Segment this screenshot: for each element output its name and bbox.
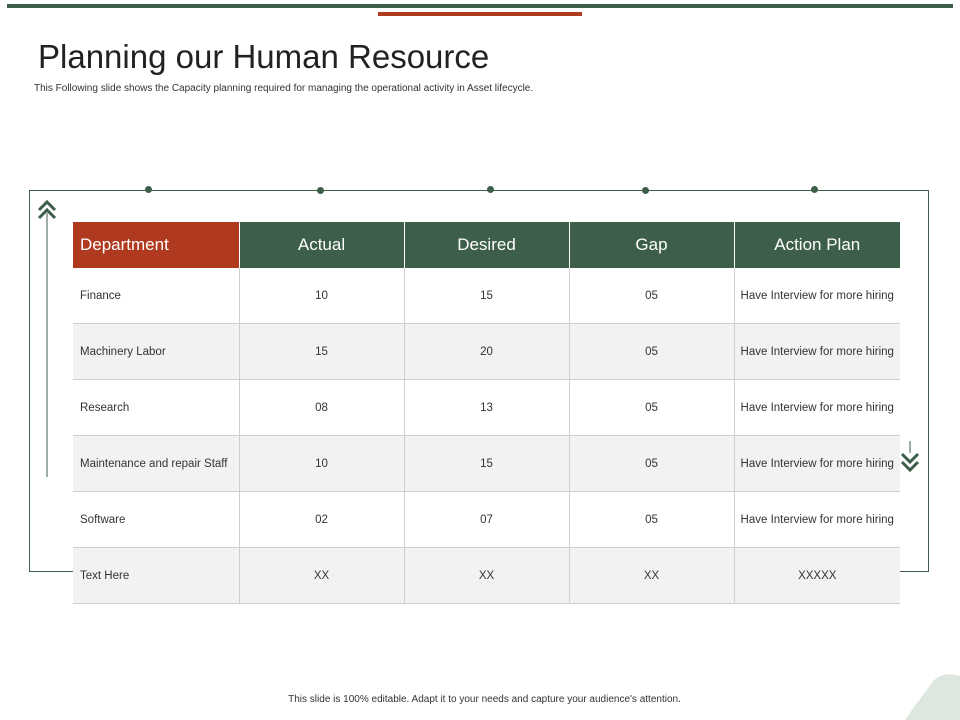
cell-desired: 07 [404,491,570,548]
cell-action-plan: Have Interview for more hiring [734,268,900,324]
frame-left-line [29,190,30,572]
column-header-department: Department [73,222,240,268]
frame-top-line [29,190,928,191]
cell-desired: XX [404,547,570,604]
cell-desired: 13 [404,379,570,436]
cell-action-plan: Have Interview for more hiring [734,379,900,436]
footer-note: This slide is 100% editable. Adapt it to… [288,694,681,705]
cell-desired: 15 [404,268,570,324]
cell-action-plan: Have Interview for more hiring [734,435,900,492]
cell-department: Text Here [73,547,240,604]
table-row: Research 08 13 05 Have Interview for mor… [73,379,900,436]
page-title: Planning our Human Resource [38,38,490,75]
column-header-gap: Gap [569,222,735,268]
cell-actual: 15 [239,323,405,380]
top-rule [7,4,953,8]
cell-desired: 15 [404,435,570,492]
frame-bottom-right-line [900,571,929,572]
cell-department: Research [73,379,240,436]
table-row: Software 02 07 05 Have Interview for mor… [73,491,900,548]
cell-department: Maintenance and repair Staff [73,435,240,492]
cell-actual: 10 [239,435,405,492]
cell-action-plan: XXXXX [734,547,900,604]
column-header-actual: Actual [239,222,405,268]
cell-actual: 10 [239,268,405,324]
cell-gap: 05 [569,323,735,380]
page-subtitle: This Following slide shows the Capacity … [34,83,534,94]
frame-dot [811,186,818,193]
double-chevron-up-icon [37,199,57,477]
column-header-desired: Desired [404,222,570,268]
cell-gap: 05 [569,379,735,436]
cell-actual: 08 [239,379,405,436]
double-chevron-down-icon [900,441,920,473]
cell-gap: 05 [569,491,735,548]
frame-dot [317,187,324,194]
cell-department: Software [73,491,240,548]
cell-actual: 02 [239,491,405,548]
top-accent-bar [378,12,582,16]
cell-gap: XX [569,547,735,604]
cell-action-plan: Have Interview for more hiring [734,491,900,548]
cell-department: Machinery Labor [73,323,240,380]
cell-gap: 05 [569,268,735,324]
cell-desired: 20 [404,323,570,380]
table-header-row: Department Actual Desired Gap Action Pla… [73,222,900,268]
cell-department: Finance [73,268,240,324]
table-row: Text Here XX XX XX XXXXX [73,547,900,604]
frame-right-line [928,190,929,572]
cell-action-plan: Have Interview for more hiring [734,323,900,380]
cell-actual: XX [239,547,405,604]
capacity-table: Department Actual Desired Gap Action Pla… [73,222,900,604]
column-header-action-plan: Action Plan [734,222,900,268]
decorative-leaf-shape [905,674,960,720]
frame-dot [487,186,494,193]
frame-dot [642,187,649,194]
frame-dot [145,186,152,193]
table-row: Maintenance and repair Staff 10 15 05 Ha… [73,435,900,492]
table-row: Machinery Labor 15 20 05 Have Interview … [73,323,900,380]
table-row: Finance 10 15 05 Have Interview for more… [73,268,900,324]
frame-bottom-left-line [29,571,73,572]
cell-gap: 05 [569,435,735,492]
